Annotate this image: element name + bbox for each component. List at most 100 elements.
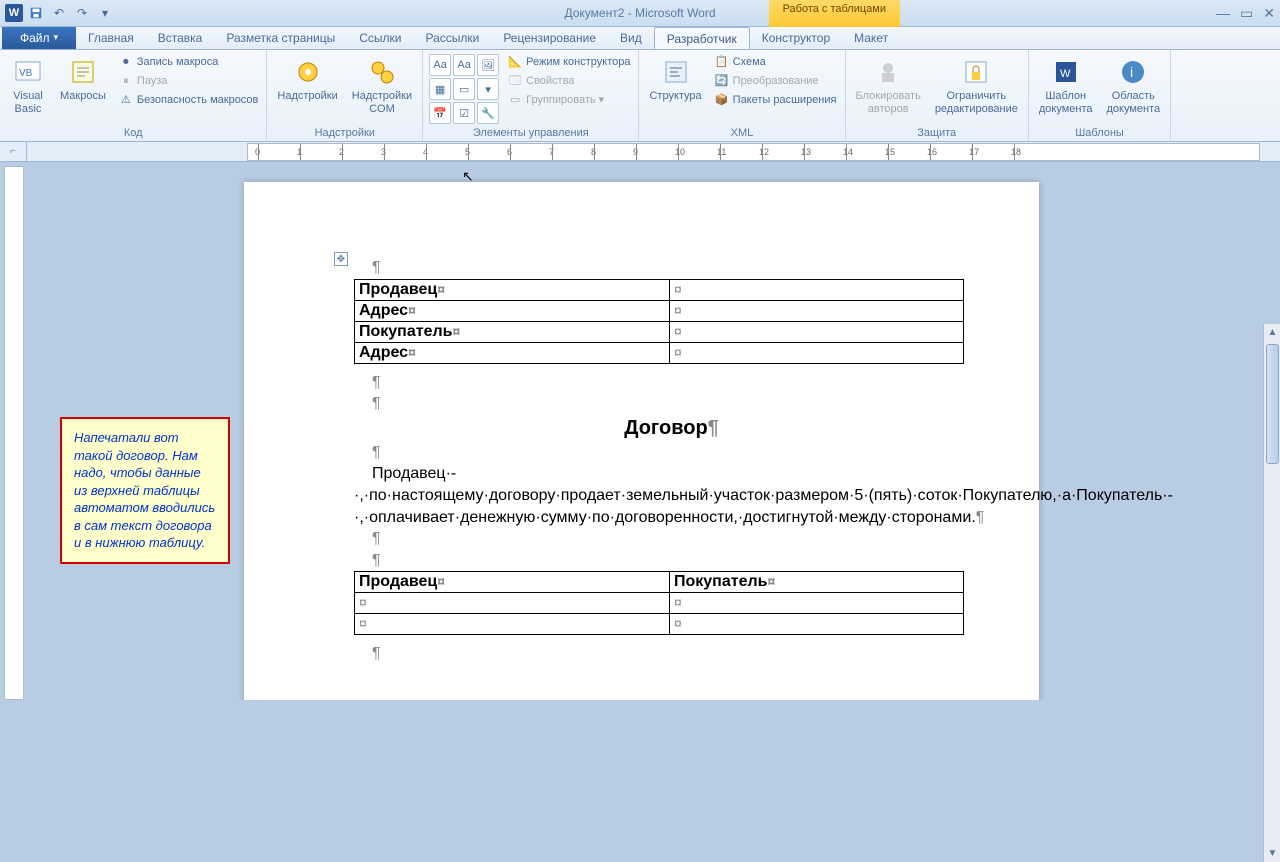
tab-selector[interactable]: ⌐	[0, 142, 27, 162]
empty-para[interactable]: ¶	[372, 442, 989, 464]
record-icon: ⏺	[118, 55, 134, 71]
schema-icon: 📋	[714, 55, 730, 71]
legacy-tools-icon[interactable]: 🔧	[477, 102, 499, 124]
tab-review[interactable]: Рецензирование	[491, 27, 608, 49]
ribbon-group-code: VB Visual Basic Макросы ⏺Запись макроса …	[0, 50, 267, 141]
gear-icon	[292, 56, 324, 88]
macro-security-button[interactable]: ⚠Безопасность макросов	[116, 92, 261, 110]
title-bar: W ↶ ↷ ▾ Документ2 - Microsoft Word Работ…	[0, 0, 1280, 27]
buildingblock-control-icon[interactable]: ▦	[429, 78, 451, 100]
table-tools-context-tab: Работа с таблицами	[769, 0, 900, 27]
document-panel-button[interactable]: i Область документа	[1103, 54, 1165, 117]
expansion-button[interactable]: 📦Пакеты расширения	[712, 92, 839, 110]
tab-design[interactable]: Конструктор	[750, 27, 842, 49]
tab-view[interactable]: Вид	[608, 27, 654, 49]
pause-macro-button[interactable]: ⏸Пауза	[116, 73, 261, 91]
com-addins-button[interactable]: Надстройки COM	[348, 54, 416, 117]
horizontal-ruler[interactable]: 0123456789101112131415161718	[247, 143, 1260, 161]
file-tab[interactable]: Файл	[2, 26, 76, 49]
annotation-callout: Напечатали вот такой договор. Нам надо, …	[60, 417, 230, 564]
tab-table-layout[interactable]: Макет	[842, 27, 900, 49]
vb-icon: VB	[12, 56, 44, 88]
window-title: Документ2 - Microsoft Word	[564, 6, 715, 20]
tab-mailings[interactable]: Рассылки	[413, 27, 491, 49]
expansion-icon: 📦	[714, 93, 730, 109]
lock-icon	[960, 56, 992, 88]
addins-button[interactable]: Надстройки	[273, 54, 341, 105]
contract-body[interactable]: Продавец·-·,·по·настоящему·договору·прод…	[354, 463, 989, 528]
control-gallery: Aa Aa 🖼 ▦ ▭ ▾ 📅 ☑ 🔧	[429, 54, 499, 124]
restore-icon[interactable]: ▭	[1240, 5, 1253, 22]
schema-button[interactable]: 📋Схема	[712, 54, 839, 72]
transform-icon: 🔄	[714, 74, 730, 90]
page[interactable]: ✥ ¶ Продавец¤¤ Адрес¤¤ Покупатель¤¤ Адре…	[244, 182, 1039, 700]
macros-icon	[67, 56, 99, 88]
richtext-control-icon[interactable]: Aa	[429, 54, 451, 76]
table-top[interactable]: Продавец¤¤ Адрес¤¤ Покупатель¤¤ Адрес¤¤	[354, 279, 964, 364]
design-mode-button[interactable]: 📐Режим конструктора	[505, 54, 632, 72]
ruler-bar: ⌐ 0123456789101112131415161718	[0, 142, 1280, 162]
svg-text:i: i	[1130, 64, 1133, 80]
empty-para[interactable]: ¶	[372, 393, 989, 415]
group-button: ▭Группировать ▾	[505, 92, 632, 110]
restrict-editing-button[interactable]: Ограничить редактирование	[931, 54, 1022, 117]
document-template-button[interactable]: W Шаблон документа	[1035, 54, 1097, 117]
visual-basic-button[interactable]: VB Visual Basic	[6, 54, 50, 117]
ribbon: VB Visual Basic Макросы ⏺Запись макроса …	[0, 50, 1280, 142]
svg-text:W: W	[1060, 68, 1071, 80]
warning-icon: ⚠	[118, 93, 134, 109]
combobox-control-icon[interactable]: ▭	[453, 78, 475, 100]
close-icon[interactable]: ✕	[1263, 5, 1275, 22]
ribbon-group-controls: Aa Aa 🖼 ▦ ▭ ▾ 📅 ☑ 🔧 📐Режим конструктора …	[423, 50, 639, 141]
tab-home[interactable]: Главная	[76, 27, 146, 49]
save-icon[interactable]	[26, 3, 46, 23]
info-icon: i	[1117, 56, 1149, 88]
table-bottom[interactable]: Продавец¤Покупатель¤ ¤¤ ¤¤	[354, 571, 964, 635]
undo-icon[interactable]: ↶	[49, 3, 69, 23]
plaintext-control-icon[interactable]: Aa	[453, 54, 475, 76]
window-controls: — ▭ ✕	[1216, 5, 1275, 22]
redo-icon[interactable]: ↷	[72, 3, 92, 23]
heading[interactable]: Договор¶	[354, 415, 989, 442]
qat-dropdown-icon[interactable]: ▾	[95, 3, 115, 23]
empty-para[interactable]: ¶	[372, 643, 989, 665]
quick-access-toolbar: W ↶ ↷ ▾	[0, 3, 115, 23]
table-move-handle-icon[interactable]: ✥	[334, 252, 348, 266]
group-icon: ▭	[507, 93, 523, 109]
empty-para[interactable]: ¶	[372, 528, 989, 550]
tab-layout[interactable]: Разметка страницы	[214, 27, 347, 49]
macros-button[interactable]: Макросы	[56, 54, 110, 105]
empty-para[interactable]: ¶	[372, 257, 989, 279]
workspace: Напечатали вот такой договор. Нам надо, …	[0, 162, 1280, 700]
scroll-thumb[interactable]	[1266, 344, 1279, 464]
dropdown-control-icon[interactable]: ▾	[477, 78, 499, 100]
ribbon-group-addins: Надстройки Надстройки COM Надстройки	[267, 50, 423, 141]
empty-para[interactable]: ¶	[372, 550, 989, 572]
scroll-down-icon[interactable]: ▼	[1264, 845, 1280, 862]
gears-icon	[366, 56, 398, 88]
tab-references[interactable]: Ссылки	[347, 27, 413, 49]
date-control-icon[interactable]: 📅	[429, 102, 451, 124]
ribbon-group-xml: Структура 📋Схема 🔄Преобразование 📦Пакеты…	[639, 50, 845, 141]
record-macro-button[interactable]: ⏺Запись макроса	[116, 54, 261, 72]
vertical-scrollbar[interactable]: ▲ ▼	[1263, 324, 1280, 862]
block-authors-button: Блокировать авторов	[852, 54, 925, 117]
block-icon	[872, 56, 904, 88]
svg-text:VB: VB	[19, 68, 33, 79]
scroll-up-icon[interactable]: ▲	[1264, 324, 1280, 341]
structure-icon	[660, 56, 692, 88]
properties-icon: 🗔	[507, 74, 523, 90]
ribbon-group-templates: W Шаблон документа i Область документа Ш…	[1029, 50, 1171, 141]
picture-control-icon[interactable]: 🖼	[477, 54, 499, 76]
properties-button: 🗔Свойства	[505, 73, 632, 91]
vertical-ruler[interactable]	[4, 166, 24, 700]
word-icon: W	[5, 4, 23, 22]
design-icon: 📐	[507, 55, 523, 71]
tab-insert[interactable]: Вставка	[146, 27, 215, 49]
structure-button[interactable]: Структура	[645, 54, 705, 105]
checkbox-control-icon[interactable]: ☑	[453, 102, 475, 124]
minimize-icon[interactable]: —	[1216, 5, 1230, 22]
empty-para[interactable]: ¶	[372, 372, 989, 394]
tab-developer[interactable]: Разработчик	[654, 27, 750, 49]
ribbon-group-protect: Блокировать авторов Ограничить редактиро…	[846, 50, 1029, 141]
